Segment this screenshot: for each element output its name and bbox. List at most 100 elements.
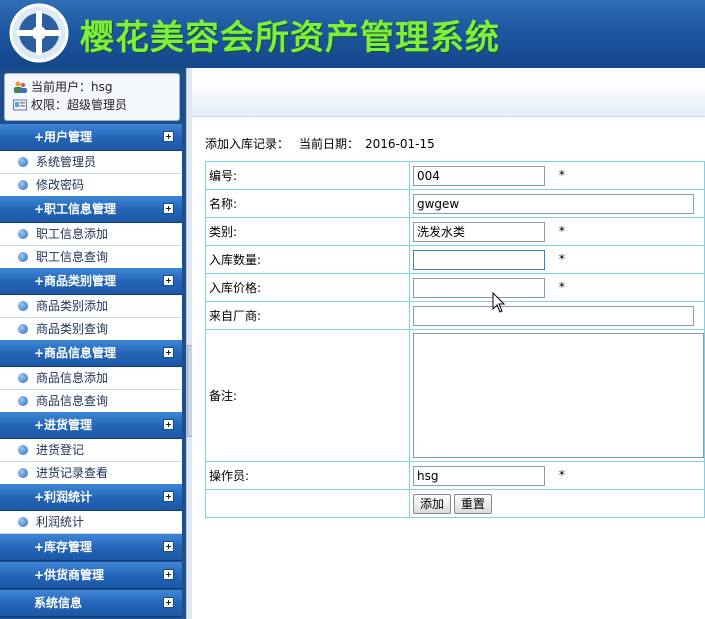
menu-item-label: 修改密码 <box>36 178 85 192</box>
expand-icon[interactable] <box>163 275 174 286</box>
name-input[interactable] <box>413 193 694 214</box>
reset-button[interactable]: 重置 <box>454 493 493 514</box>
menu-group-label: +用户管理 <box>34 130 93 144</box>
add-button[interactable]: 添加 <box>413 493 452 514</box>
menu-group-label: +供货商管理 <box>34 568 105 582</box>
row-quantity: 入库数量: * <box>205 245 705 274</box>
field-label: 类别: <box>205 217 410 246</box>
menu-item-purchase-records[interactable]: 进货记录查看 <box>0 462 182 485</box>
field-label: 操作员: <box>205 461 410 490</box>
supplier-input[interactable] <box>413 305 694 326</box>
menu-group-label: +库存管理 <box>34 540 93 554</box>
current-user-line: 当前用户：hsg <box>13 79 113 95</box>
bullet-icon <box>18 157 28 167</box>
menu-item-label: 商品信息查询 <box>36 394 109 408</box>
expand-icon[interactable] <box>163 541 174 552</box>
bullet-icon <box>18 396 28 406</box>
bullet-icon <box>18 301 28 311</box>
menu-item-product-add[interactable]: 商品信息添加 <box>0 367 182 390</box>
menu-item-profit-stats[interactable]: 利润统计 <box>0 511 182 534</box>
code-input[interactable] <box>413 165 545 186</box>
row-note: 备注: <box>205 329 705 462</box>
field-label: 名称: <box>205 189 410 218</box>
required-mark: * <box>558 468 565 482</box>
required-mark: * <box>558 280 565 294</box>
sidebar: 当前用户：hsg 权限：超级管理员 +用户管理 系统管理员 修改密码 +职工信息… <box>0 68 186 619</box>
expand-icon[interactable] <box>163 131 174 142</box>
menu-item-staff-query[interactable]: 职工信息查询 <box>0 246 182 269</box>
expand-icon[interactable] <box>163 491 174 502</box>
menu-item-label: 系统管理员 <box>36 155 97 169</box>
menu-group-label: +职工信息管理 <box>34 202 117 216</box>
field-label: 备注: <box>205 329 410 462</box>
logo-icon <box>9 3 69 63</box>
menu-item-change-password[interactable]: 修改密码 <box>0 174 182 197</box>
menu-group-label: 系统信息 <box>34 596 83 610</box>
role-label: 权限： <box>31 98 68 112</box>
menu-group-inventory[interactable]: +库存管理 <box>0 534 182 561</box>
menu-item-label: 利润统计 <box>36 515 85 529</box>
form-caption: 添加入库记录： 当前日期： 2016-01-15 <box>205 135 445 152</box>
menu-item-label: 商品类别添加 <box>36 299 109 313</box>
row-code: 编号: * <box>205 161 705 190</box>
bullet-icon <box>18 180 28 190</box>
menu-group-supplier[interactable]: +供货商管理 <box>0 562 182 589</box>
menu-item-category-add[interactable]: 商品类别添加 <box>0 295 182 318</box>
menu-group-label: +利润统计 <box>34 490 93 504</box>
menu-group-label: +商品信息管理 <box>34 346 117 360</box>
stock-in-form: 编号: * 名称: 类别: * 入库数量: * <box>205 161 705 518</box>
menu-item-product-query[interactable]: 商品信息查询 <box>0 390 182 413</box>
app-title: 樱花美容会所资产管理系统 <box>80 18 500 58</box>
role-value: 超级管理员 <box>67 98 128 112</box>
current-user-label: 当前用户： <box>31 80 92 94</box>
bullet-icon <box>18 468 28 478</box>
bullet-icon <box>18 373 28 383</box>
menu-item-purchase-register[interactable]: 进货登记 <box>0 439 182 462</box>
menu-item-label: 进货记录查看 <box>36 466 109 480</box>
menu-item-category-query[interactable]: 商品类别查询 <box>0 318 182 341</box>
users-icon <box>14 81 27 93</box>
menu-item-label: 进货登记 <box>36 443 85 457</box>
required-mark: * <box>558 168 565 182</box>
bullet-icon <box>18 445 28 455</box>
menu-item-system-admin[interactable]: 系统管理员 <box>0 151 182 174</box>
menu-group-staff-management[interactable]: +职工信息管理 <box>0 196 182 223</box>
menu-group-label: +商品类别管理 <box>34 274 117 288</box>
field-label: 来自厂商: <box>205 301 410 330</box>
expand-icon[interactable] <box>163 203 174 214</box>
category-input[interactable] <box>413 221 545 242</box>
menu-group-profit-stats[interactable]: +利润统计 <box>0 484 182 511</box>
bullet-icon <box>18 324 28 334</box>
menu-group-category-management[interactable]: +商品类别管理 <box>0 268 182 295</box>
content-topbar <box>192 80 705 117</box>
price-input[interactable] <box>413 277 545 298</box>
menu-group-system-info[interactable]: 系统信息 <box>0 590 182 617</box>
quantity-input[interactable] <box>413 249 545 270</box>
expand-icon[interactable] <box>163 347 174 358</box>
menu-item-label: 商品信息添加 <box>36 371 109 385</box>
menu-item-label: 商品类别查询 <box>36 322 109 336</box>
header-banner: 樱花美容会所资产管理系统 <box>0 0 705 68</box>
menu-group-product-management[interactable]: +商品信息管理 <box>0 340 182 367</box>
menu-item-staff-add[interactable]: 职工信息添加 <box>0 223 182 246</box>
current-date: 2016-01-15 <box>365 137 435 151</box>
note-textarea[interactable] <box>413 333 704 458</box>
bullet-icon <box>18 252 28 262</box>
id-card-icon <box>13 99 27 111</box>
role-line: 权限：超级管理员 <box>13 97 127 113</box>
form-title: 添加入库记录： <box>205 137 290 151</box>
operator-input[interactable] <box>413 465 545 486</box>
field-label: 编号: <box>205 161 410 190</box>
expand-icon[interactable] <box>163 569 174 580</box>
expand-icon[interactable] <box>163 419 174 430</box>
menu-group-user-management[interactable]: +用户管理 <box>0 124 182 151</box>
row-actions: 添加 重置 <box>205 489 705 518</box>
bullet-icon <box>18 517 28 527</box>
field-label: 入库数量: <box>205 245 410 274</box>
row-supplier: 来自厂商: <box>205 301 705 330</box>
menu-item-label: 职工信息添加 <box>36 227 109 241</box>
main-content: 添加入库记录： 当前日期： 2016-01-15 编号: * 名称: 类别: * 入… <box>192 68 705 619</box>
mouse-cursor-icon <box>492 292 506 313</box>
menu-group-purchase-management[interactable]: +进货管理 <box>0 412 182 439</box>
expand-icon[interactable] <box>163 597 174 608</box>
